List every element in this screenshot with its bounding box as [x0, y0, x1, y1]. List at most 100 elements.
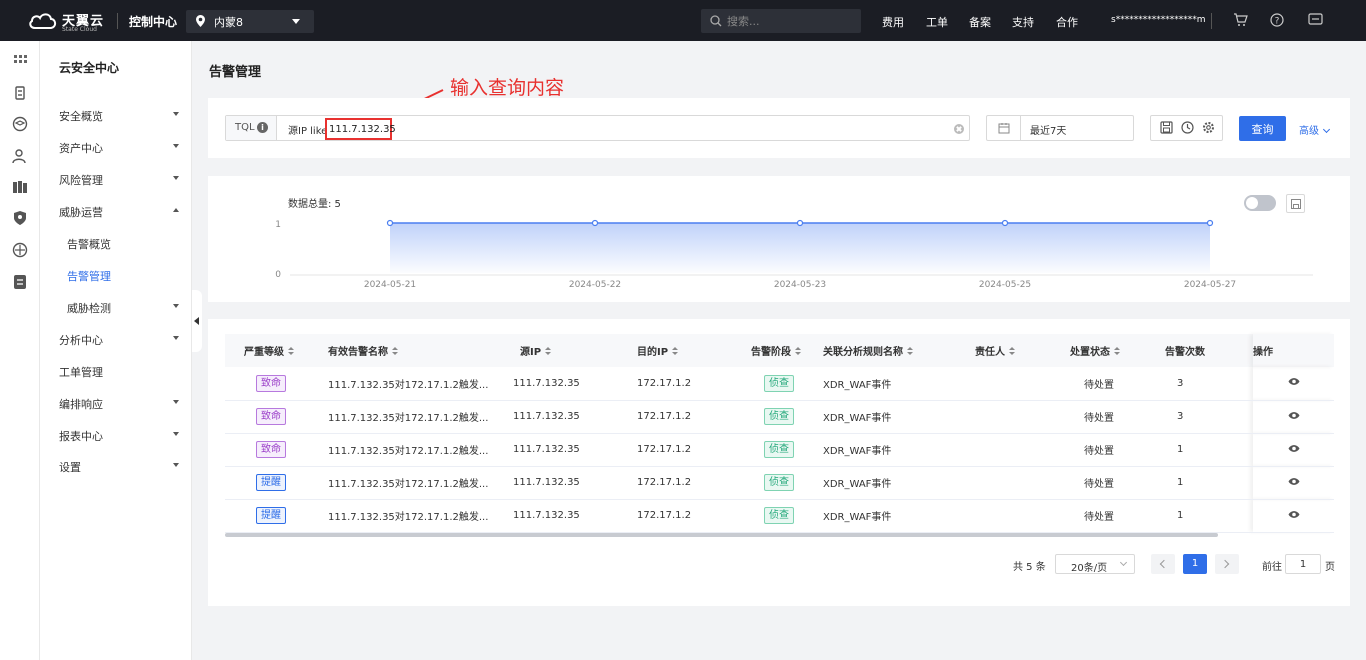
console-link[interactable]: 控制中心 [129, 13, 177, 30]
sidebar-item-analysis-center[interactable]: 分析中心 [59, 332, 179, 348]
save-icon[interactable] [1160, 121, 1173, 134]
owner-cell [975, 499, 1068, 533]
stage-badge: 侦查 [764, 474, 794, 491]
sidebar-item-settings[interactable]: 设置 [59, 459, 179, 475]
query-button[interactable]: 查询 [1239, 116, 1286, 141]
rule-cell: XDR_WAF事件 [823, 367, 975, 401]
location-pin-icon [196, 15, 205, 27]
clear-icon[interactable] [954, 124, 964, 134]
books-icon[interactable] [12, 179, 28, 195]
col-header-stage[interactable]: 告警阶段 [737, 334, 823, 367]
page-size-select[interactable]: 20条/页 [1055, 554, 1135, 574]
alert-name-cell[interactable]: 111.7.132.35对172.17.1.2触发... [328, 400, 513, 434]
user-icon[interactable] [12, 148, 28, 164]
sidebar-sub-alert-management[interactable]: 告警管理 [67, 268, 179, 284]
col-header-alert-name[interactable]: 有效告警名称 [328, 334, 513, 367]
page-title: 告警管理 [209, 65, 262, 80]
col-header-src-ip[interactable]: 源IP [513, 334, 637, 367]
date-range-picker[interactable]: 最近7天 [986, 115, 1134, 141]
series-area [390, 223, 1210, 273]
grid-menu-icon[interactable] [12, 53, 28, 69]
nav-billing[interactable]: 费用 [882, 14, 904, 30]
sidebar-item-report-center[interactable]: 报表中心 [59, 428, 179, 444]
view-eye-icon[interactable] [1288, 411, 1300, 420]
table-row[interactable]: 致命 111.7.132.35对172.17.1.2触发... 111.7.132.… [225, 367, 1334, 401]
history-clock-icon[interactable] [1181, 121, 1194, 134]
sidebar-item-threat-ops[interactable]: 威胁运营 [59, 204, 179, 220]
table-row[interactable]: 致命 111.7.132.35对172.17.1.2触发... 111.7.132.… [225, 400, 1334, 434]
src-ip-cell: 111.7.132.35 [513, 433, 637, 467]
actions-cell [1253, 466, 1334, 500]
col-header-owner[interactable]: 责任人 [975, 334, 1068, 367]
tql-query-input[interactable]: TQL i 源IP like 111.7.132.35 [225, 115, 970, 141]
sidebar-sub-threat-detection[interactable]: 威胁检测 [67, 300, 179, 316]
table-row[interactable]: 提醒 111.7.132.35对172.17.1.2触发... 111.7.132.… [225, 499, 1334, 533]
alert-name-cell[interactable]: 111.7.132.35对172.17.1.2触发... [328, 499, 513, 533]
status-cell: 待处置 [1068, 400, 1165, 434]
shield-icon[interactable] [12, 210, 28, 226]
view-eye-icon[interactable] [1288, 510, 1300, 519]
actions-cell [1253, 367, 1334, 401]
advanced-toggle[interactable]: 高级 [1299, 122, 1331, 137]
src-ip-cell: 111.7.132.35 [513, 367, 637, 401]
chevron-down-icon [173, 463, 179, 467]
global-search[interactable] [701, 9, 861, 33]
tql-tag: TQL i [226, 116, 277, 140]
nav-ticket[interactable]: 工单 [926, 14, 948, 30]
rule-cell: XDR_WAF事件 [823, 400, 975, 434]
nav-partner[interactable]: 合作 [1056, 14, 1078, 30]
gear-icon[interactable] [1202, 121, 1215, 134]
col-header-dst-ip[interactable]: 目的IP [637, 334, 737, 367]
col-header-severity[interactable]: 严重等级 [225, 334, 328, 367]
chart-toggle-switch[interactable] [1244, 195, 1276, 211]
nav-support[interactable]: 支持 [1012, 14, 1034, 30]
help-icon[interactable]: ? [1270, 13, 1284, 27]
view-eye-icon[interactable] [1288, 444, 1300, 453]
horizontal-scrollbar[interactable] [225, 533, 1218, 537]
calendar-button[interactable] [987, 116, 1021, 140]
server-icon[interactable] [12, 85, 28, 101]
date-range-value: 最近7天 [1030, 126, 1067, 137]
sidebar-item-ticket-management[interactable]: 工单管理 [59, 364, 179, 380]
nav-filing[interactable]: 备案 [969, 14, 991, 30]
sidebar-sub-alert-overview[interactable]: 告警概览 [67, 236, 179, 252]
sidebar-collapse-handle[interactable] [192, 290, 202, 352]
search-input[interactable] [727, 12, 847, 30]
logo[interactable]: 天翼云 State Cloud [28, 8, 108, 34]
col-header-rule[interactable]: 关联分析规则名称 [823, 334, 975, 367]
sidebar-item-security-overview[interactable]: 安全概览 [59, 108, 179, 124]
sidebar-item-orchestration[interactable]: 编排响应 [59, 396, 179, 412]
view-eye-icon[interactable] [1288, 477, 1300, 486]
next-page-button[interactable] [1215, 554, 1239, 574]
view-eye-icon[interactable] [1288, 377, 1300, 386]
alert-name-cell[interactable]: 111.7.132.35对172.17.1.2触发... [328, 433, 513, 467]
chevron-down-icon [173, 144, 179, 148]
document-icon[interactable] [12, 274, 28, 290]
page-number-current[interactable]: 1 [1183, 554, 1207, 574]
sort-icon [672, 347, 679, 356]
table-row[interactable]: 提醒 111.7.132.35对172.17.1.2触发... 111.7.132.… [225, 466, 1334, 500]
goto-suffix: 页 [1325, 562, 1335, 573]
alert-name-cell[interactable]: 111.7.132.35对172.17.1.2触发... [328, 367, 513, 401]
table-row[interactable]: 致命 111.7.132.35对172.17.1.2触发... 111.7.132.… [225, 433, 1334, 467]
chart-title: 数据总量: 5 [288, 199, 341, 210]
message-icon[interactable] [1308, 13, 1323, 27]
goto-page-input[interactable] [1285, 554, 1321, 574]
region-selector[interactable]: 内蒙8 [186, 10, 314, 33]
prev-page-button[interactable] [1151, 554, 1175, 574]
info-icon[interactable]: i [257, 122, 268, 133]
brand-subtitle: State Cloud [62, 26, 97, 33]
account-name[interactable]: s******************m [1111, 15, 1205, 25]
cart-icon[interactable] [1233, 13, 1248, 27]
network-icon[interactable] [12, 242, 28, 258]
top-bar: 天翼云 State Cloud 控制中心 内蒙8 费用 工单 备案 支持 合作 … [0, 0, 1366, 41]
data-point [591, 219, 599, 227]
x-tick-label: 2024-05-22 [569, 280, 621, 290]
sidebar-item-asset-center[interactable]: 资产中心 [59, 140, 179, 156]
col-header-status[interactable]: 处置状态 [1068, 334, 1165, 367]
stage-badge: 侦查 [764, 408, 794, 425]
tql-value-highlight[interactable]: 111.7.132.35 [325, 118, 396, 140]
alert-name-cell[interactable]: 111.7.132.35对172.17.1.2触发... [328, 466, 513, 500]
layers-icon[interactable] [12, 116, 28, 132]
sidebar-item-risk-management[interactable]: 风险管理 [59, 172, 179, 188]
